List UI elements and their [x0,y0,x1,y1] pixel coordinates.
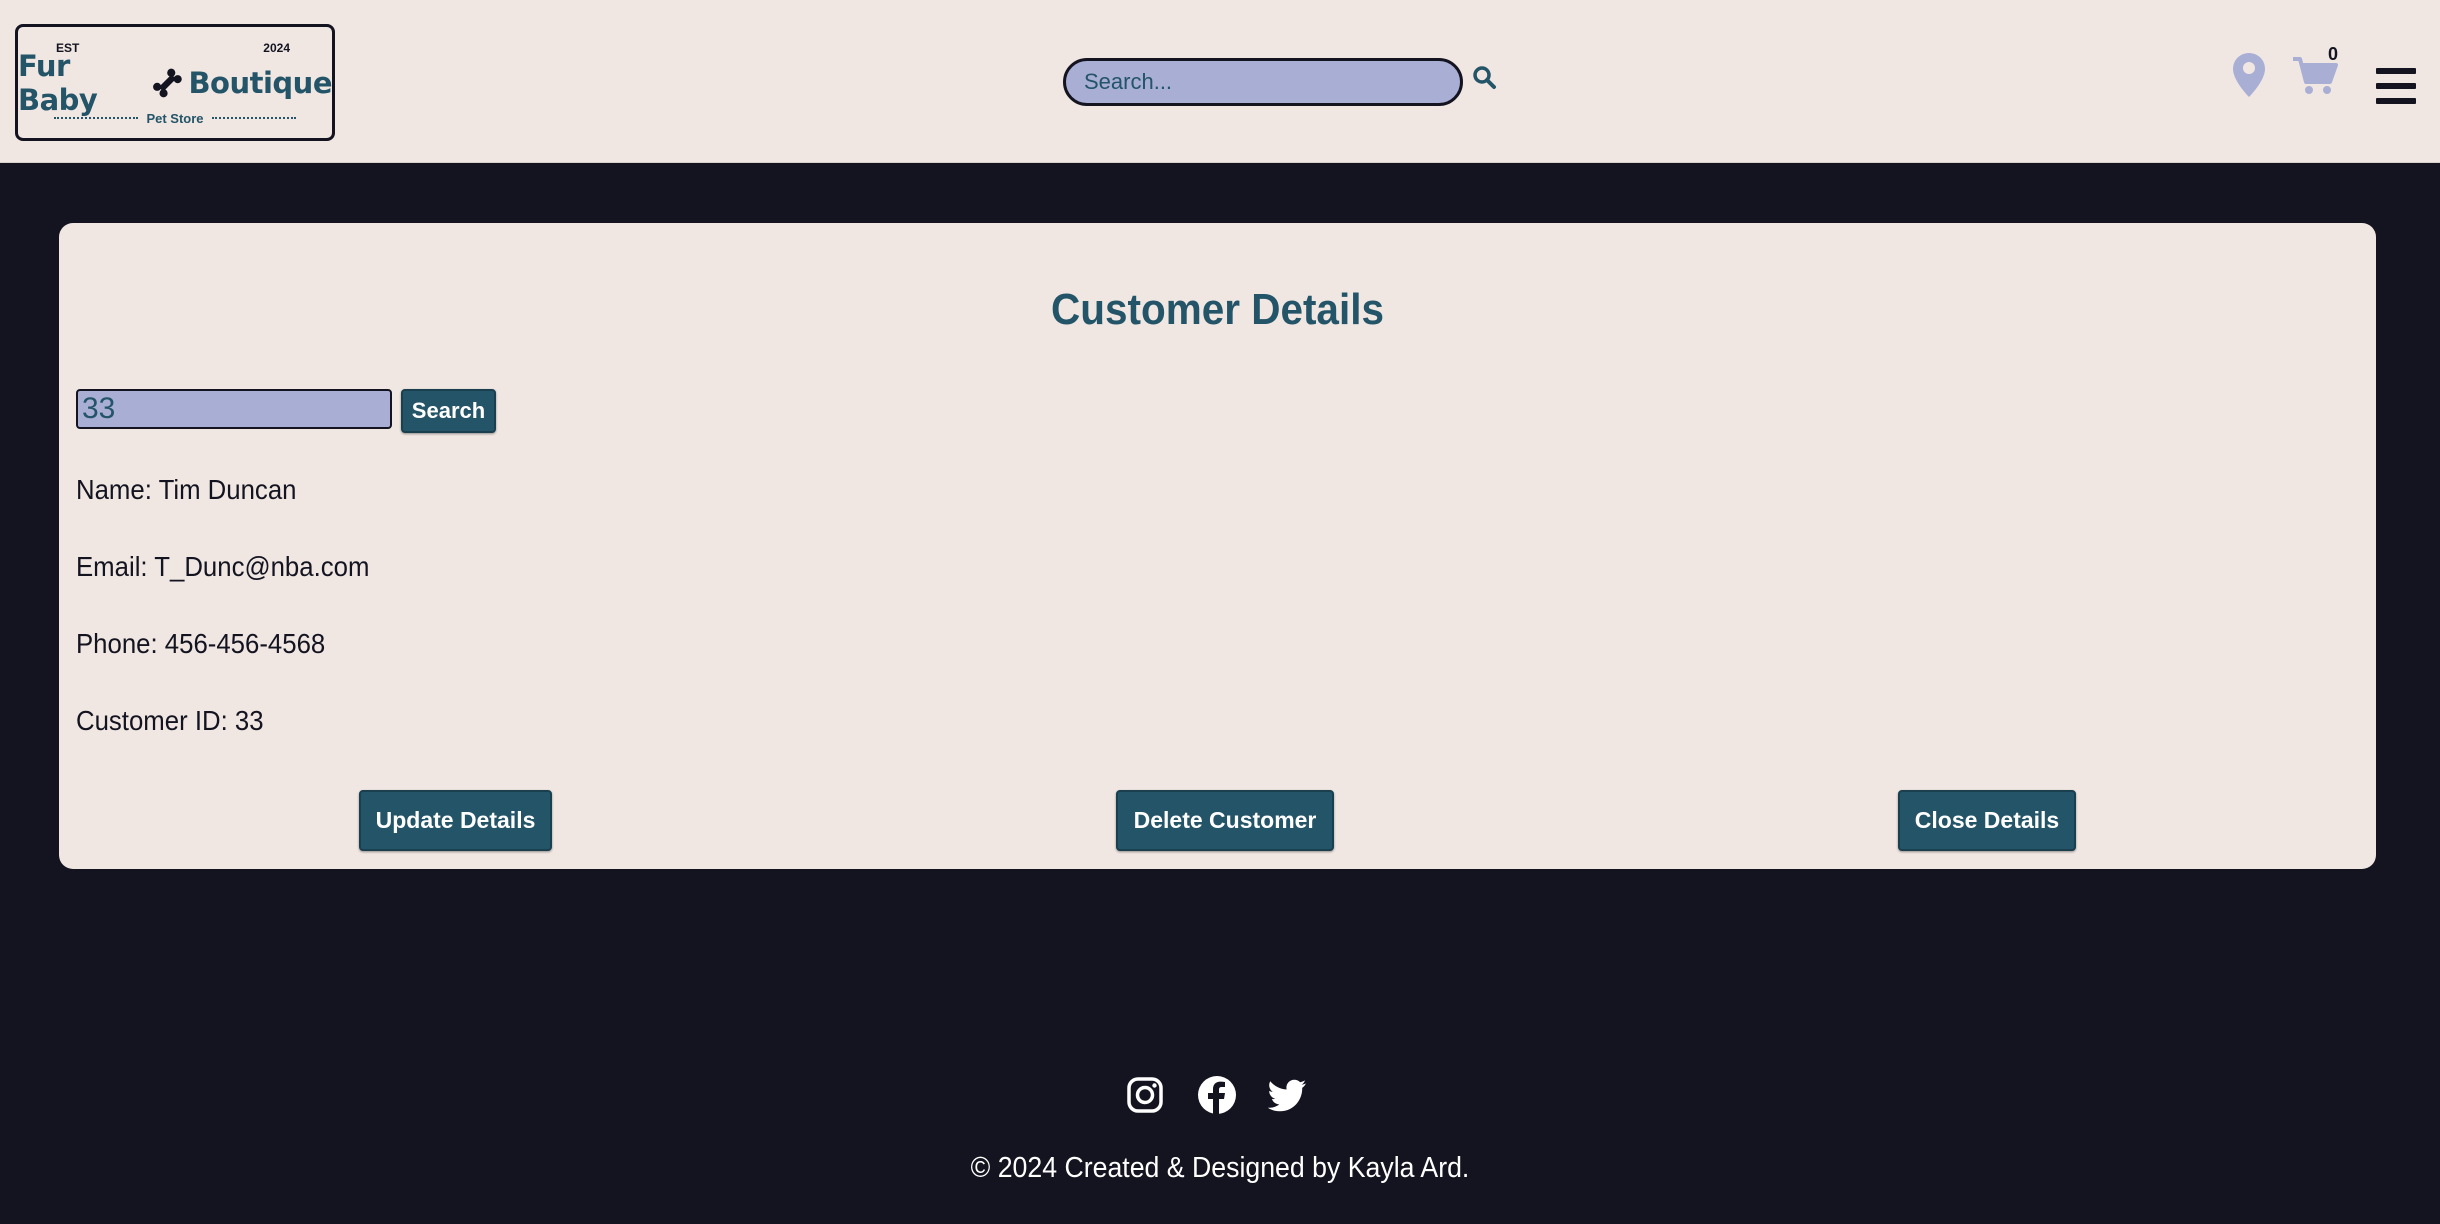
page-title: Customer Details [1051,285,1384,334]
customer-id-display: Customer ID: 33 [76,705,264,736]
site-header: EST 2024 Fur Baby Boutique Pet Store Sea… [0,0,2440,163]
logo-brand-left: Fur Baby [18,49,98,117]
customer-id-input[interactable] [76,389,392,429]
store-logo[interactable]: EST 2024 Fur Baby Boutique Pet Store [15,24,335,141]
logo-dots-right [211,117,297,119]
hamburger-menu-icon[interactable] [2376,68,2416,106]
logo-dots-left [54,117,139,119]
logo-year: 2024 [263,41,290,55]
search-input[interactable] [1063,58,1463,106]
bone-icon [152,68,182,98]
close-details-button[interactable]: Close Details [1898,790,2076,851]
customer-name: Name: Tim Duncan [76,474,297,505]
customer-email: Email: T_Dunc@nba.com [76,551,370,582]
customer-search-button[interactable]: Search [401,389,496,433]
instagram-icon[interactable] [1125,1075,1165,1115]
delete-customer-button[interactable]: Delete Customer [1116,790,1334,851]
customer-phone: Phone: 456-456-4568 [76,628,326,659]
search-icon[interactable] [1471,64,1499,92]
logo-brand-right: Boutique [188,66,332,100]
update-details-button[interactable]: Update Details [359,790,552,851]
customer-details-panel: Customer Details Search Name: Tim Duncan… [59,223,2376,869]
cart-count-badge: 0 [2328,44,2339,64]
header-search [1063,58,1496,106]
location-pin-icon[interactable] [2232,52,2266,98]
twitter-icon[interactable] [1268,1075,1308,1115]
logo-brand: Fur Baby Boutique [18,49,332,117]
footer-copyright: © 2024 Created & Designed by Kayla Ard. [970,1152,1470,1184]
facebook-icon[interactable] [1197,1075,1237,1115]
logo-subtitle: Pet Store [54,109,297,127]
logo-sub-text: Pet Store [146,110,204,126]
